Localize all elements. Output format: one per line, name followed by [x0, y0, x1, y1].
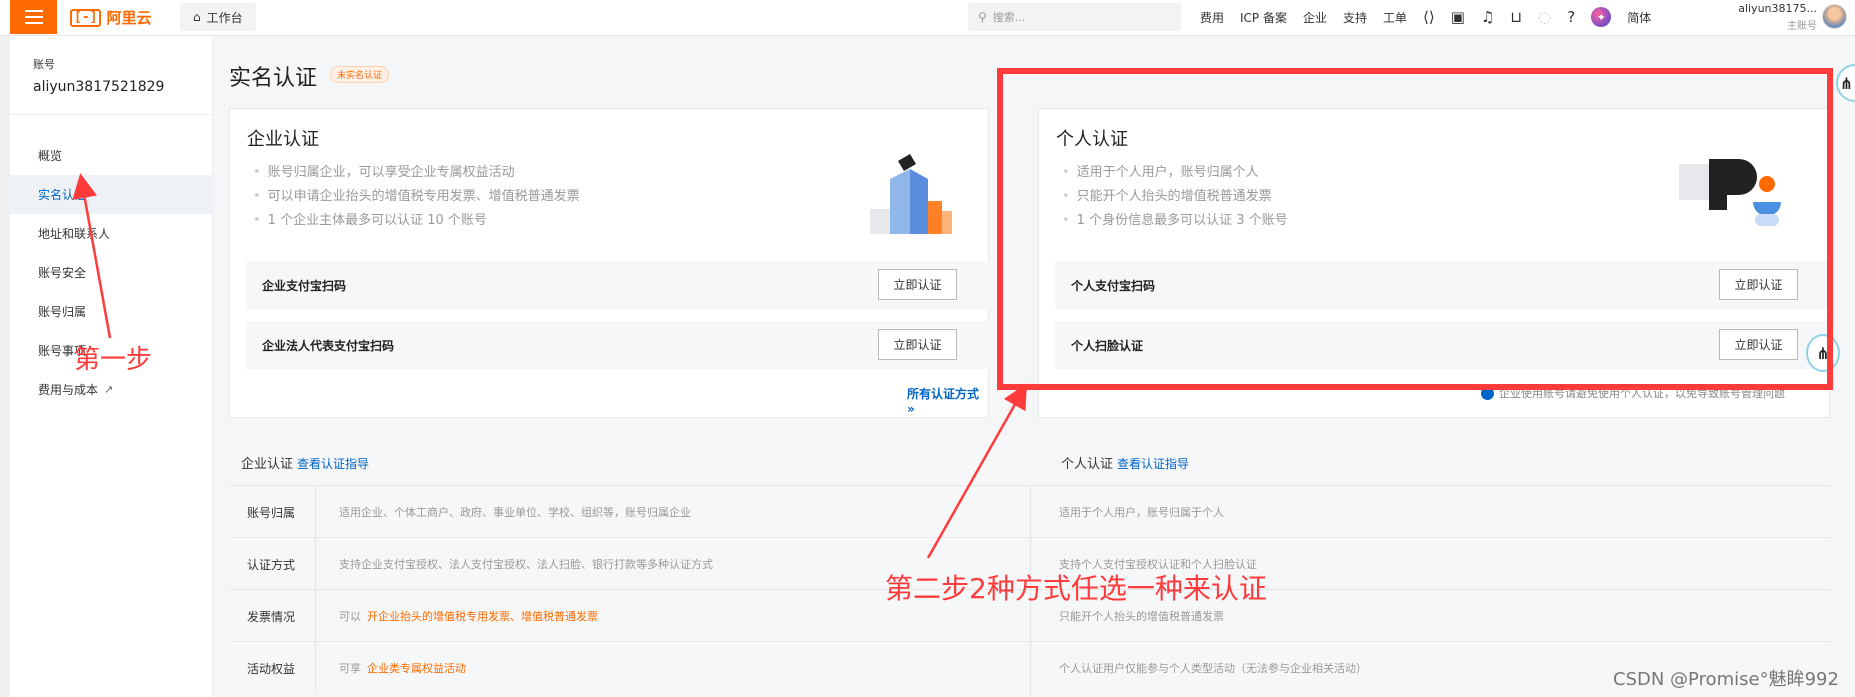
step-two-annotation: 第二步2种方式任选一种来认证: [885, 572, 1267, 605]
watermark: CSDN @Promise°魅眸992: [1613, 669, 1839, 690]
step-one-annotation: 第一步: [74, 345, 153, 375]
